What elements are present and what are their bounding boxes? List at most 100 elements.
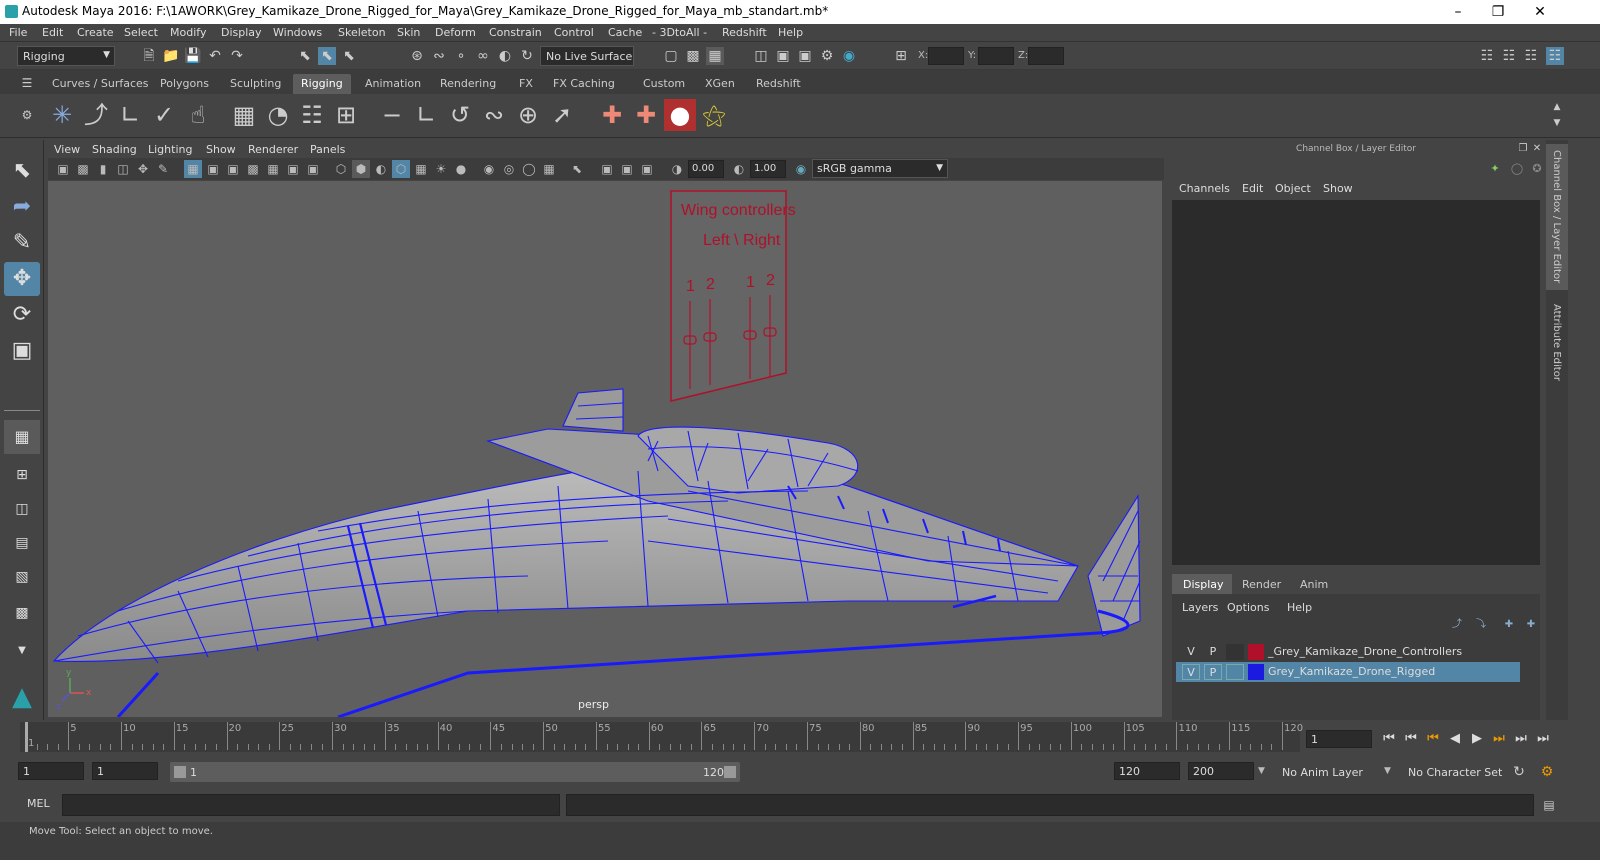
film-gate-icon[interactable]: ▣: [204, 160, 222, 178]
menu-cache[interactable]: Cache: [608, 26, 642, 39]
y-coordinate-field[interactable]: [978, 47, 1014, 65]
shelf-tab-sculpting[interactable]: Sculpting: [222, 74, 289, 94]
new-layer-selected-icon[interactable]: ✚: [1522, 616, 1540, 634]
snap-grid-icon[interactable]: ⊛: [408, 47, 426, 65]
menu-constrain[interactable]: Constrain: [489, 26, 542, 39]
layer-visibility-toggle[interactable]: V: [1182, 664, 1200, 680]
redo-icon[interactable]: ↷: [228, 47, 246, 65]
layer-move-down-icon[interactable]: ⤵: [1472, 616, 1490, 634]
wireframe-icon[interactable]: ⬡: [332, 160, 350, 178]
snap-curve-icon[interactable]: ∾: [430, 47, 448, 65]
menu-set-dropdown[interactable]: Rigging ▼: [17, 46, 115, 66]
shelf-tab-rigging[interactable]: Rigging: [293, 74, 351, 94]
animation-preferences-icon[interactable]: ⚙: [1538, 763, 1556, 781]
menu-file[interactable]: File: [9, 26, 27, 39]
menu-create[interactable]: Create: [77, 26, 114, 39]
perspective-viewport[interactable]: Wing controllers Left \ Right 1 2 1 2 pe…: [48, 181, 1162, 717]
play-backward-icon[interactable]: ◀: [1446, 730, 1464, 748]
playback-end-field[interactable]: 120: [1114, 762, 1180, 780]
close-button[interactable]: ✕: [1520, 2, 1560, 22]
x-coordinate-field[interactable]: [928, 47, 964, 65]
move-tool-icon[interactable]: ✥: [4, 262, 40, 296]
animation-end-field[interactable]: 200: [1188, 762, 1254, 780]
layer-name[interactable]: Grey_Kamikaze_Drone_Rigged: [1268, 665, 1435, 678]
time-ruler[interactable]: 1 5 10 15 20 25 30 35 40 45 50 55 60 65 70 75 80 85 90 95 10…: [20, 722, 1303, 752]
parent-constraint-icon[interactable]: ⊕: [512, 99, 544, 131]
ik-handle-icon[interactable]: −: [376, 99, 408, 131]
menu-3dtoall[interactable]: - 3DtoAll -: [652, 26, 707, 39]
camera-icon[interactable]: ▣: [54, 160, 72, 178]
grease-pencil-icon[interactable]: ✎: [154, 160, 172, 178]
hypershade-icon[interactable]: ◉: [840, 47, 858, 65]
menu-display[interactable]: Display: [221, 26, 262, 39]
select-tool-icon[interactable]: ⬉: [4, 154, 40, 188]
history-icon[interactable]: ▢: [662, 47, 680, 65]
shelf-tab-curves[interactable]: Curves / Surfaces: [44, 74, 157, 94]
xray-components-icon[interactable]: ▣: [638, 160, 656, 178]
smooth-shade-icon[interactable]: ⬢: [352, 160, 370, 178]
go-to-end-icon[interactable]: ⏭: [1534, 730, 1552, 748]
image-plane-icon[interactable]: ◫: [114, 160, 132, 178]
shadows-icon[interactable]: ●: [452, 160, 470, 178]
maximize-button[interactable]: ❐: [1478, 2, 1518, 22]
layer-visibility-toggle[interactable]: V: [1182, 644, 1200, 660]
character-set-dropdown[interactable]: No Character Set: [1396, 762, 1506, 782]
paint-select-icon[interactable]: ✎: [4, 226, 40, 260]
auto-key-icon[interactable]: ↻: [1510, 763, 1528, 781]
open-scene-icon[interactable]: 📁: [162, 47, 180, 65]
channel-key-icon[interactable]: ✦: [1486, 160, 1504, 178]
gate-mask-icon[interactable]: ▩: [244, 160, 262, 178]
hik-character-icon[interactable]: ⚝: [698, 99, 730, 131]
shelf-tab-fx-caching[interactable]: FX Caching: [545, 74, 623, 94]
playback-start-field[interactable]: 1: [92, 762, 158, 780]
step-forward-frame-icon[interactable]: ⏭: [1512, 730, 1530, 748]
depth-of-field-icon[interactable]: ▦: [540, 160, 558, 178]
layers-menu[interactable]: Layers: [1182, 601, 1218, 614]
menu-help[interactable]: Help: [778, 26, 803, 39]
render-view-icon[interactable]: ◫: [752, 47, 770, 65]
shelf-tab-polygons[interactable]: Polygons: [152, 74, 217, 94]
modeling-toolkit-icon[interactable]: ☷: [1478, 47, 1496, 65]
render-frame-icon[interactable]: ▩: [684, 47, 702, 65]
channels-edit-menu[interactable]: Edit: [1242, 182, 1263, 195]
exposure-field[interactable]: 0.00: [688, 160, 724, 178]
new-layer-icon[interactable]: ✚: [1500, 616, 1518, 634]
shelf-tab-redshift[interactable]: Redshift: [748, 74, 809, 94]
gamma-icon[interactable]: ◐: [730, 160, 748, 178]
channel-box-icon[interactable]: ☷: [1546, 47, 1564, 65]
select-hierarchy-icon[interactable]: ⬉: [296, 47, 314, 65]
shelf-tab-animation[interactable]: Animation: [357, 74, 429, 94]
outliner-layout-icon[interactable]: ▤: [4, 526, 40, 560]
layer-tab-anim[interactable]: Anim: [1292, 574, 1342, 594]
orient-joint-icon[interactable]: ✓: [148, 99, 180, 131]
range-end-handle[interactable]: [724, 766, 736, 778]
lattice-icon[interactable]: ☷: [296, 99, 328, 131]
joint-tool-icon[interactable]: ✳: [46, 99, 78, 131]
minimize-button[interactable]: –: [1438, 2, 1478, 22]
orient-constraint-icon[interactable]: ✚: [630, 99, 662, 131]
view-transform-dropdown[interactable]: sRGB gamma ▼: [812, 159, 948, 178]
transform-lock-icon[interactable]: ⊞: [892, 47, 910, 65]
panel-menu-lighting[interactable]: Lighting: [148, 143, 192, 156]
z-coordinate-field[interactable]: [1028, 47, 1064, 65]
textured-icon[interactable]: ▦: [412, 160, 430, 178]
bookmark-icon[interactable]: ▮: [94, 160, 112, 178]
layer-move-up-icon[interactable]: ⤴: [1448, 616, 1466, 634]
scale-tool-icon[interactable]: ▣: [4, 334, 40, 368]
cluster-icon[interactable]: ⊞: [330, 99, 362, 131]
motion-blur-icon[interactable]: ◎: [500, 160, 518, 178]
safe-action-icon[interactable]: ▣: [284, 160, 302, 178]
camera-attributes-icon[interactable]: ▩: [74, 160, 92, 178]
render-current-icon[interactable]: ▣: [774, 47, 792, 65]
xray-joints-icon[interactable]: ▣: [618, 160, 636, 178]
layer-row[interactable]: V P _Grey_Kamikaze_Drone_Controllers: [1176, 642, 1520, 662]
wing-controller-board[interactable]: Wing controllers Left \ Right 1 2 1 2: [670, 190, 796, 402]
wire-deformer-icon[interactable]: ∾: [478, 99, 510, 131]
bind-skin-icon[interactable]: ▦: [228, 99, 260, 131]
select-component-icon[interactable]: ⬉: [340, 47, 358, 65]
select-object-icon[interactable]: ⬉: [318, 47, 336, 65]
shelf-tab-fx[interactable]: FX: [511, 74, 541, 94]
exposure-icon[interactable]: ◑: [668, 160, 686, 178]
menu-redshift[interactable]: Redshift: [722, 26, 767, 39]
drone-mesh[interactable]: [52, 388, 1141, 717]
